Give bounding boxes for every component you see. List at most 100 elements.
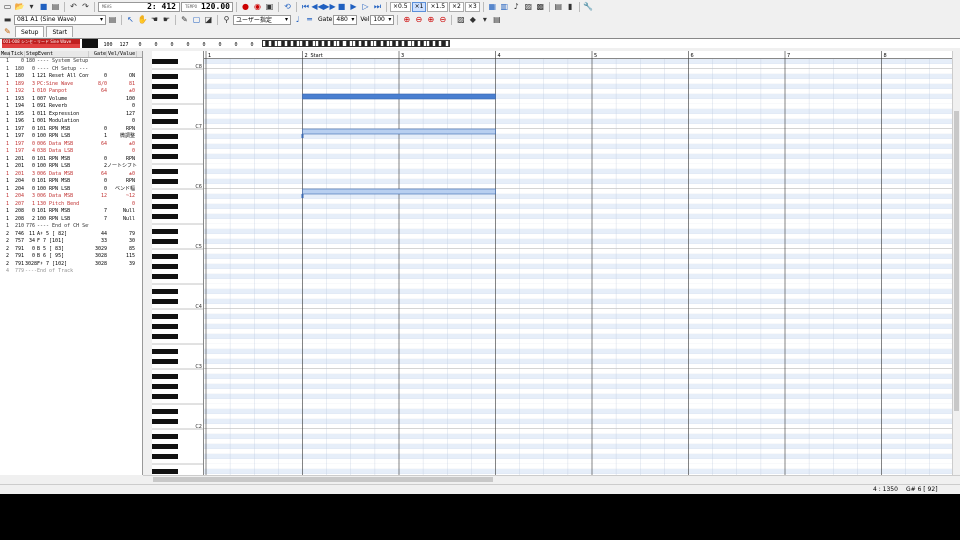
piano-keyboard-svg[interactable]: C8 C7 C6 C5 C4 C3 C2 [152,51,204,475]
event-row[interactable]: 1 204 0 100 RPN LSB 0 ベンド幅 [0,186,142,194]
vel-input[interactable]: 100 ▾ [370,14,395,25]
play-from-icon[interactable]: ▷ [360,1,371,12]
event-row[interactable]: 1 196 1 001 Modulation 0 [0,118,142,126]
open-folder-icon[interactable]: 📂 [14,1,25,12]
black-key[interactable] [152,74,178,79]
tab-start[interactable]: Start [46,26,74,37]
rewind-icon[interactable]: ◀◀ [311,1,323,12]
color-icon[interactable]: ◆ [467,14,478,25]
rec-options-icon[interactable]: ▣ [264,1,275,12]
save-as-icon[interactable]: ▤ [50,1,61,12]
measure-ruler[interactable]: 123456789Start [204,51,952,59]
black-key[interactable] [152,419,178,424]
speed-button-3[interactable]: ×3 [464,1,480,12]
piano-roll-view-icon[interactable]: ▥ [499,1,510,12]
horizontal-scroll-thumb[interactable] [153,477,493,482]
event-row[interactable]: 1 180 0---- CH Setup -------------- [0,66,142,74]
black-key[interactable] [152,119,178,124]
folder-icon[interactable]: ▤ [107,14,118,25]
speed-button-1[interactable]: ×1 [411,1,427,12]
event-list-view-icon[interactable]: ▦ [487,1,498,12]
mini-keyboard[interactable] [262,40,450,47]
black-key[interactable] [152,299,178,304]
save-icon[interactable]: ■ [38,1,49,12]
event-row[interactable]: 1 208 0 101 RPN MSB 7 Null [0,208,142,216]
black-key[interactable] [152,334,178,339]
event-row[interactable]: 4 779 ---- End of Track [0,268,142,276]
event-row[interactable]: 2 757 34 F 7 [101] 33 30 [0,238,142,246]
new-file-icon[interactable]: ▭ [2,1,13,12]
black-key[interactable] [152,239,178,244]
hand-select-icon[interactable]: ☚ [149,14,160,25]
note-length-icon[interactable]: ♩ [292,14,303,25]
black-key[interactable] [152,384,178,389]
undo-icon[interactable]: ↶ [68,1,79,12]
event-row[interactable]: 1 192 1 010 Panpot 64 ±0 [0,88,142,96]
black-key[interactable] [152,154,178,159]
instrument-select[interactable]: 081 A1 (Sine Wave) ▾ [14,14,106,25]
loop-icon[interactable]: ⟲ [282,1,293,12]
piano-keyboard[interactable]: C8 C7 C6 C5 C4 C3 C2 [152,51,204,475]
black-key[interactable] [152,84,178,89]
event-row[interactable]: 1 204 3 006 Data MSB 12 ~12 [0,193,142,201]
stop-icon[interactable]: ■ [336,1,347,12]
col-tick[interactable]: Tick [10,51,25,57]
settings-wrench-icon[interactable]: 🔧 [583,1,594,12]
note-block[interactable] [302,128,496,135]
black-key[interactable] [152,374,178,379]
black-key[interactable] [152,469,178,474]
fast-forward-icon[interactable]: ▶▶ [323,1,335,12]
black-key[interactable] [152,229,178,234]
black-key[interactable] [152,59,178,64]
speed-button-15[interactable]: ×1.5 [427,1,449,12]
col-meas[interactable]: Mea [0,51,10,57]
mixer-view-icon[interactable]: ▨ [523,1,534,12]
play-icon[interactable]: ▶ [348,1,359,12]
black-key[interactable] [152,194,178,199]
black-key[interactable] [152,204,178,209]
event-row[interactable]: 1 201 0 101 RPN MSB 0 RPN [0,156,142,164]
select-box-icon[interactable]: ▢ [191,14,202,25]
black-key[interactable] [152,314,178,319]
pointer-tool-icon[interactable]: ↖ [125,14,136,25]
black-key[interactable] [152,144,178,149]
note-grid[interactable] [204,59,952,475]
zoom-in-icon[interactable]: ⊕ [401,14,412,25]
event-row[interactable]: 1 208 2 100 RPN LSB 7 Null [0,216,142,224]
hand-tool-icon[interactable]: ✋ [137,14,148,25]
black-key[interactable] [152,444,178,449]
black-key[interactable] [152,394,178,399]
event-row[interactable]: 1 204 0 101 RPN MSB 0 RPN [0,178,142,186]
event-row[interactable]: 1 189 3 PC:Sine Wave 8/0 81 [0,81,142,89]
event-row[interactable]: 1 197 0 100 RPN LSB 1 微調整 [0,133,142,141]
col-step[interactable]: Step [25,51,38,57]
record-step-icon[interactable]: ◉ [252,1,263,12]
black-key[interactable] [152,454,178,459]
event-row[interactable]: 1 193 1 007 Volume 100 [0,96,142,104]
note-block[interactable] [302,188,496,195]
meter-icon[interactable]: ▮ [565,1,576,12]
score-view-icon[interactable]: ♪ [511,1,522,12]
col-event[interactable]: Event [37,51,89,57]
speed-button-2[interactable]: ×2 [449,1,464,12]
vertical-scroll-thumb[interactable] [954,111,959,411]
event-row[interactable]: 2 791 0 B 5 [ 83] 3029 85 [0,246,142,254]
track-edit-icon[interactable]: ✎ [2,26,13,37]
tie-icon[interactable]: ═ [304,14,315,25]
event-row[interactable]: 2 746 11 A♯ 5 [ 82] 44 79 [0,231,142,239]
dropdown-arrow-icon[interactable]: ▾ [479,14,490,25]
black-key[interactable] [152,324,178,329]
event-row[interactable]: 2 791 0 B 6 [ 95] 3028 115 [0,253,142,261]
event-row[interactable]: 1 197 0 006 Data MSB 64 ±0 [0,141,142,149]
event-row[interactable]: 1 195 1 011 Expression 127 [0,111,142,119]
event-row[interactable]: 1 201 3 006 Data MSB 64 ±0 [0,171,142,179]
event-row[interactable]: 2 791 3028 F♯ 7 [102] 3028 39 [0,261,142,269]
event-row[interactable]: 1 201 0 100 RPN LSB 2 ノートシフト [0,163,142,171]
tab-setup[interactable]: Setup [15,26,45,37]
horizontal-scrollbar[interactable] [143,475,960,483]
eraser-icon[interactable]: ◪ [203,14,214,25]
gate-input[interactable]: 480 ▾ [333,14,358,25]
track-icon[interactable]: ▤ [491,14,502,25]
black-key[interactable] [152,254,178,259]
black-key[interactable] [152,274,178,279]
